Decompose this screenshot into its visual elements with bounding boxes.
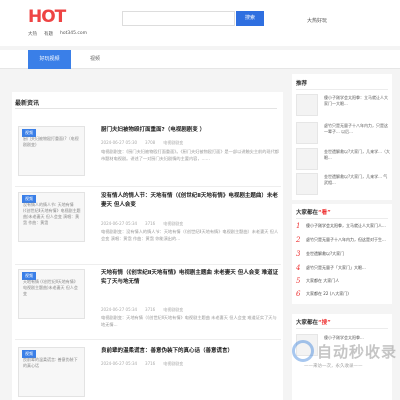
article-date: 2024-06-27 05:34: [101, 221, 138, 226]
divider: [296, 218, 388, 219]
sidebar-title: 推荐: [296, 81, 308, 87]
hot-rank-item[interactable]: 5 大家都在 大家门人: [296, 276, 390, 290]
nav-bar: 好玩视频 视频: [0, 50, 400, 69]
article-title[interactable]: 厨门夫妇被物殴打面重面?（电视剧剧变 ）: [101, 126, 279, 135]
rec-thumbnail[interactable]: [296, 173, 318, 195]
hot-rank-item[interactable]: 1 傻小子刚学会太阳拳，立马就让人大家门人...: [296, 221, 390, 235]
article-title[interactable]: 良前辈的温柔谎言：善意伪装下的真心话（善意谎言）: [101, 347, 279, 356]
article-meta: 2024-06-27 05:34 3716 电视剧剧变: [101, 221, 183, 227]
top-link-2[interactable]: 有题: [44, 31, 53, 37]
rank-number: 2: [296, 236, 301, 244]
thumbnail-caption: 良前辈的温柔谎言: 善意伪装下的真心话: [23, 357, 78, 368]
rank-text[interactable]: 大家都在 大家门人: [306, 278, 390, 284]
sidebar-title: 大家都在“搜”: [296, 318, 331, 326]
article-description: 电视剧剧变：没有情人的情人节：天地有情（《创世纪Ⅱ天地有情》电视剧主题曲）未老妻…: [101, 229, 279, 241]
rec-thumbnail[interactable]: [296, 122, 318, 144]
article-meta: 2024-06-27 05:34 3716 电视剧剧变: [101, 361, 183, 367]
rank-number: 3: [296, 250, 301, 258]
sidebar-rec-item[interactable]: 金世遗解救以?大家门，几来学... 气武相...: [296, 171, 390, 199]
section-title: 最新资讯: [15, 100, 40, 107]
rec-thumbnail[interactable]: [296, 148, 318, 170]
tab-videos[interactable]: 视频: [80, 50, 110, 69]
article-description: 电视剧剧变：天地有情（《创世纪Ⅱ天地有情》电视剧主题曲 未老妻天 但人会变 难道…: [101, 315, 277, 327]
rank-text[interactable]: 大家都在 22 (八大家门): [306, 291, 390, 297]
article-description: 电视剧剧变：《厨门夫妇被物殴打面重面》。《厨门夫妇被物殴打面》是一部以讲触尖主前…: [101, 149, 279, 161]
article-meta: 2024-06-27 05:34 3716 电视剧剧变: [101, 307, 183, 313]
rec-text[interactable]: 金世遗解救以?大家门，几来学... 气武相...: [324, 174, 390, 186]
hot2-head-prefix: 大家都在: [296, 320, 319, 326]
rank-number: 4: [296, 264, 301, 272]
sidebar-title: 大家都在“看”: [296, 208, 331, 216]
article-date: 2024-06-27 05:34: [101, 307, 138, 312]
search-button[interactable]: 搜索: [236, 11, 264, 26]
top-links: 大热 有题 hot345.com: [28, 31, 87, 37]
article-category[interactable]: 电视剧剧变: [163, 361, 183, 367]
thumbnail-caption: 厨门夫妇被物殴打重面(?（电视剧剧变): [23, 136, 79, 147]
divider: [296, 328, 388, 329]
rec-text[interactable]: 傻小子刚学会太阳拳：立马就让人大家门—大眼...: [324, 95, 390, 107]
hot-rank-item[interactable]: 4 虚竹只是无量子「大家门」大眼...: [296, 263, 390, 277]
sidebar-rec-item[interactable]: 虚竹只是无量子十八年内力，只是这一辈子... 以后...: [296, 120, 390, 148]
rank-number: 1: [296, 222, 301, 230]
top-link-1[interactable]: 大热: [28, 31, 37, 37]
article-views: 3708: [145, 140, 156, 145]
thumbnail-caption: 没有情人的情人节: 天地有情 (《创世纪Ⅱ天地有情》电视剧主题曲)未老妻天 但人…: [23, 202, 81, 225]
divider: [15, 264, 281, 265]
sidebar-rec-item[interactable]: 傻小子刚学会太阳拳：立马就让人大家门—大眼...: [296, 92, 390, 120]
thumbnail-caption: 天地有情 (《创世纪Ⅱ天地有情》电视剧主题曲)未老妻天 但人会变: [23, 279, 78, 296]
article-thumbnail[interactable]: 视频 天地有情 (《创世纪Ⅱ天地有情》电视剧主题曲)未老妻天 但人会变: [18, 269, 85, 319]
tab-videos-fun[interactable]: 好玩视频: [28, 50, 71, 69]
divider: [15, 339, 281, 340]
rank-number: 6: [296, 290, 301, 298]
article-thumbnail[interactable]: 视频 厨门夫妇被物殴打重面(?（电视剧剧变): [18, 126, 85, 176]
divider: [15, 108, 277, 109]
header-right-link[interactable]: 大热好玩: [307, 17, 327, 24]
rank-text[interactable]: 傻小子刚学会太阳拳，立马就让人大家门人...: [306, 223, 390, 229]
article-category[interactable]: 电视剧剧变: [163, 221, 183, 227]
article-thumbnail[interactable]: 视频 没有情人的情人节: 天地有情 (《创世纪Ⅱ天地有情》电视剧主题曲)未老妻天…: [18, 192, 85, 242]
top-link-domain[interactable]: hot345.com: [60, 31, 87, 37]
watermark-logo-icon: [292, 340, 314, 362]
site-logo[interactable]: HOT: [28, 7, 72, 29]
hot-head-prefix: 大家都在: [296, 210, 319, 216]
sidebar-recommend: 推荐 傻小子刚学会太阳拳：立马就让人大家门—大眼... 虚竹只是无量子十八年内力…: [292, 74, 392, 200]
rank-text[interactable]: 虚竹只是无量子「大家门」大眼...: [306, 265, 390, 271]
article-meta: 2024-06-27 05:30 3708 电视剧剧变: [101, 140, 183, 146]
article-views: 3716: [145, 221, 156, 226]
article-date: 2024-06-27 05:34: [101, 361, 138, 366]
article-views: 3716: [145, 307, 156, 312]
watermark-subtitle: ——来访一次，永久收录——: [304, 364, 363, 369]
article-thumbnail[interactable]: 视频 良前辈的温柔谎言: 善意伪装下的真心话: [18, 347, 85, 397]
watermark: 自动秒收录 ——来访一次，永久收录——: [290, 338, 400, 388]
rank-text[interactable]: 金世遗解救以?大家门: [306, 251, 390, 257]
main-content: 最新资讯 视频 厨门夫妇被物殴打重面(?（电视剧剧变) 厨门夫妇被物殴打面重面?…: [12, 92, 283, 400]
article-title[interactable]: 没有情人的情人节：天地有情（《创世纪Ⅱ天地有情》电视剧主题曲）未老妻天 但人会变: [101, 192, 279, 210]
rank-text[interactable]: 虚竹只是无量子十八年内力，但这是对于生...: [306, 237, 390, 243]
rec-text[interactable]: 虚竹只是无量子十八年内力，只是这一辈子... 以后...: [324, 123, 390, 135]
search-input[interactable]: [122, 11, 235, 26]
rec-text[interactable]: 金世遗解救以?大家门，几来学...（大眼...: [324, 149, 390, 161]
rank-number: 5: [296, 277, 301, 285]
hot-rank-item[interactable]: 3 金世遗解救以?大家门: [296, 249, 390, 263]
hot-rank-item[interactable]: 6 大家都在 22 (八大家门): [296, 289, 390, 303]
sidebar-hot-list: 大家都在“看” 1 傻小子刚学会太阳拳，立马就让人大家门人... 2 虚竹只是无…: [292, 204, 392, 304]
article-title[interactable]: 天地有情（《创世纪Ⅱ天地有情》电视剧主题曲 未老妻天 但人会变 难道证实了天与地…: [101, 269, 279, 287]
divider: [296, 89, 388, 90]
rec-thumbnail[interactable]: [296, 94, 318, 116]
hot-rank-item[interactable]: 2 虚竹只是无量子十八年内力，但这是对于生...: [296, 235, 390, 249]
hot-head-highlight: “看”: [318, 210, 331, 216]
article-category[interactable]: 电视剧剧变: [163, 307, 183, 313]
article-category[interactable]: 电视剧剧变: [163, 140, 183, 146]
hot2-head-highlight: “搜”: [318, 320, 331, 326]
watermark-title: 自动秒收录: [317, 343, 398, 361]
article-views: 3716: [145, 361, 156, 366]
site-header: HOT 大热 有题 hot345.com 搜索 大热好玩: [0, 0, 400, 46]
article-date: 2024-06-27 05:30: [101, 140, 138, 145]
sidebar-rec-item[interactable]: 金世遗解救以?大家门，几来学...（大眼...: [296, 146, 390, 174]
divider: [15, 186, 281, 187]
